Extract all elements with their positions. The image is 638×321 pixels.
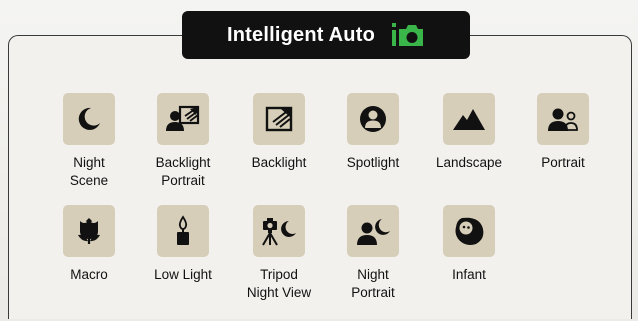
night-portrait-tile [347,205,399,257]
mode-label: Spotlight [346,155,400,170]
macro-icon [74,216,104,246]
mode-label: Night Scene [69,155,109,188]
page-title: Intelligent Auto [227,23,375,46]
low-light-tile [157,205,209,257]
landscape-icon [452,106,486,132]
mode-label: Low Light [154,267,212,282]
portrait-icon [547,105,579,133]
title-bar: Intelligent Auto [182,11,470,59]
intelligent-auto-icon [391,22,425,48]
tripod-night-view-icon [259,215,299,247]
night-scene-icon [74,104,104,134]
mode-label: Night Portrait [351,267,395,300]
infant-icon [452,215,486,247]
landscape-tile [443,93,495,145]
mode-night-portrait: Night Portrait [318,205,428,302]
mode-backlight-portrait: Backlight Portrait [128,93,238,190]
tripod-night-view-tile [253,205,305,257]
infant-tile [443,205,495,257]
mode-infant: Infant [414,205,524,284]
low-light-icon [168,215,198,247]
backlight-portrait-icon [165,104,201,134]
night-portrait-icon [354,216,392,246]
spotlight-icon [358,104,388,134]
mode-label: Landscape [435,155,503,170]
mode-label: Backlight Portrait [155,155,211,188]
backlight-icon [264,104,294,134]
mode-label: Tripod Night View [246,267,312,300]
backlight-tile [253,93,305,145]
night-scene-tile [63,93,115,145]
mode-label: Macro [70,267,108,282]
mode-portrait: Portrait [508,93,618,172]
mode-label: Backlight [251,155,307,170]
macro-tile [63,205,115,257]
mode-low-light: Low Light [128,205,238,284]
spotlight-tile [347,93,399,145]
portrait-tile [537,93,589,145]
backlight-portrait-tile [157,93,209,145]
mode-spotlight: Spotlight [318,93,428,172]
mode-label: Portrait [541,155,585,170]
mode-label: Infant [452,267,486,282]
